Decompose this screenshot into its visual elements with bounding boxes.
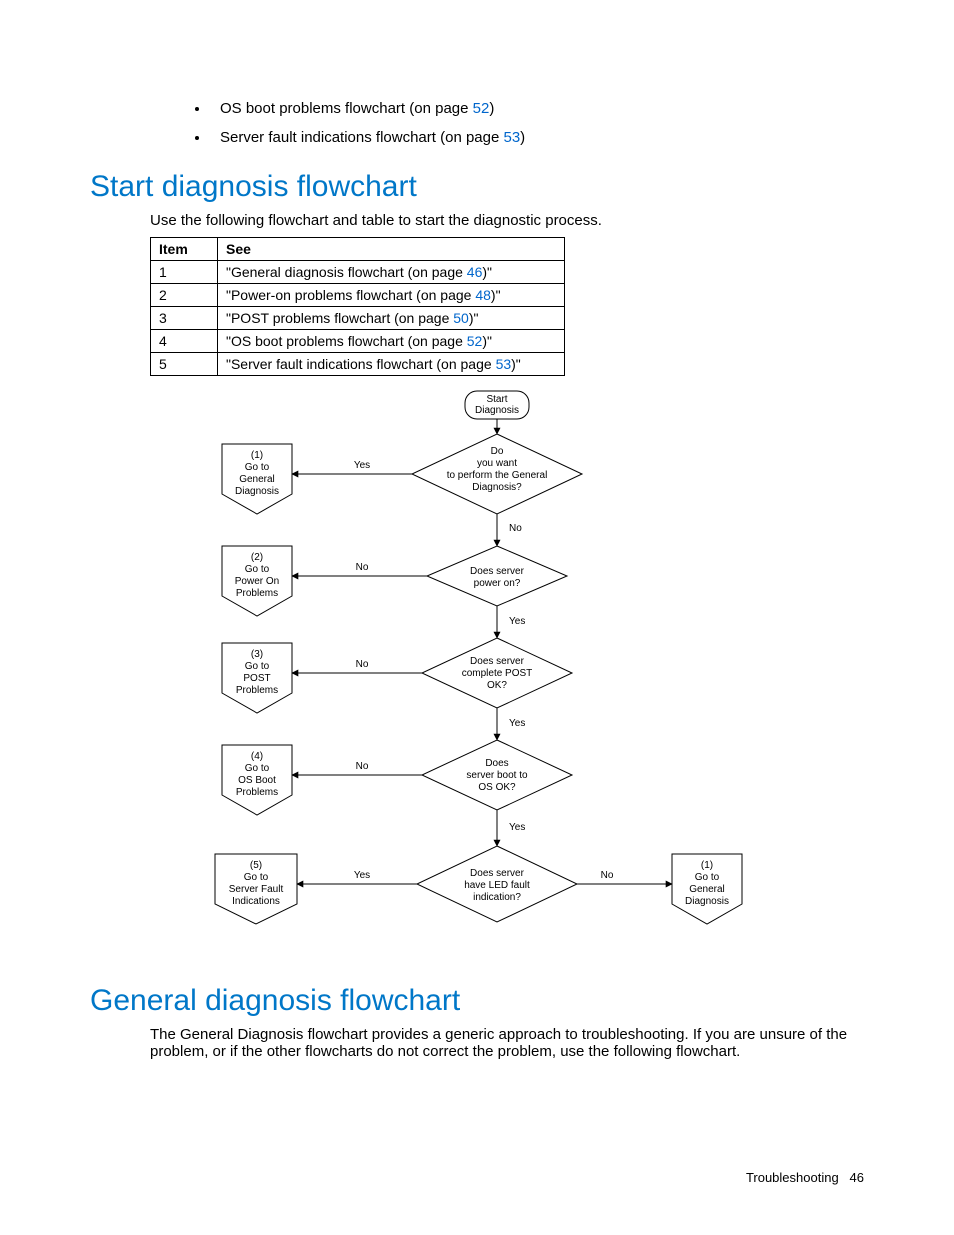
svg-text:server boot to: server boot to xyxy=(466,770,528,781)
cell-item: 3 xyxy=(151,307,218,330)
svg-text:Go to: Go to xyxy=(245,661,270,672)
svg-text:Problems: Problems xyxy=(236,787,278,798)
svg-text:Diagnosis?: Diagnosis? xyxy=(472,482,522,493)
svg-text:Yes: Yes xyxy=(354,870,370,881)
th-see: See xyxy=(218,238,565,261)
bullet-text: OS boot problems flowchart (on page xyxy=(220,100,473,117)
bullet-text: Server fault indications flowchart (on p… xyxy=(220,129,503,146)
svg-text:OK?: OK? xyxy=(487,680,507,691)
table-row: 3 "POST problems flowchart (on page 50)" xyxy=(151,307,565,330)
svg-text:Go to: Go to xyxy=(245,462,270,473)
svg-text:Problems: Problems xyxy=(236,588,278,599)
svg-text:Diagnosis: Diagnosis xyxy=(685,896,729,907)
start-l1: Start xyxy=(486,394,507,405)
svg-text:Power On: Power On xyxy=(235,576,279,587)
svg-text:Indications: Indications xyxy=(232,896,280,907)
svg-text:you want: you want xyxy=(477,458,517,469)
section-heading-general-diagnosis: General diagnosis flowchart xyxy=(90,984,864,1018)
svg-text:Go to: Go to xyxy=(695,872,720,883)
svg-text:Yes: Yes xyxy=(354,460,370,471)
svg-text:power on?: power on? xyxy=(474,578,521,589)
cell-item: 2 xyxy=(151,284,218,307)
svg-text:(1): (1) xyxy=(251,450,263,461)
svg-text:Go to: Go to xyxy=(245,564,270,575)
svg-text:Server Fault: Server Fault xyxy=(229,884,284,895)
svg-text:Problems: Problems xyxy=(236,685,278,696)
svg-text:Yes: Yes xyxy=(509,822,525,833)
table-row: 4 "OS boot problems flowchart (on page 5… xyxy=(151,330,565,353)
bullet-suffix: ) xyxy=(489,100,494,117)
svg-text:No: No xyxy=(509,523,522,534)
svg-text:indication?: indication? xyxy=(473,892,521,903)
page-link[interactable]: 48 xyxy=(475,287,491,303)
cell-see: "Server fault indications flowchart (on … xyxy=(218,353,565,376)
cell-see: "POST problems flowchart (on page 50)" xyxy=(218,307,565,330)
cell-see: "Power-on problems flowchart (on page 48… xyxy=(218,284,565,307)
footer-label: Troubleshooting xyxy=(746,1170,839,1185)
cell-see: "General diagnosis flowchart (on page 46… xyxy=(218,261,565,284)
offpage-general-diagnosis-right: (1) Go to General Diagnosis xyxy=(672,854,742,924)
svg-text:have LED fault: have LED fault xyxy=(464,880,530,891)
page-link[interactable]: 52 xyxy=(467,333,483,349)
page-link[interactable]: 46 xyxy=(467,264,483,280)
page-footer: Troubleshooting 46 xyxy=(746,1170,864,1185)
cell-item: 4 xyxy=(151,330,218,353)
svg-text:(4): (4) xyxy=(251,751,263,762)
th-item: Item xyxy=(151,238,218,261)
svg-text:No: No xyxy=(356,562,369,573)
bullet-list: OS boot problems flowchart (on page 52) … xyxy=(170,95,864,152)
page: OS boot problems flowchart (on page 52) … xyxy=(0,0,954,1235)
page-link[interactable]: 53 xyxy=(503,129,520,146)
bullet-suffix: ) xyxy=(520,129,525,146)
offpage-server-fault-indications: (5) Go to Server Fault Indications xyxy=(215,854,297,924)
svg-text:Does server: Does server xyxy=(470,868,525,879)
bullet-item: Server fault indications flowchart (on p… xyxy=(210,124,864,153)
svg-text:(1): (1) xyxy=(701,860,713,871)
start-diagnosis-flowchart: Start Diagnosis Do you want to perform t… xyxy=(177,386,777,966)
offpage-post-problems: (3) Go to POST Problems xyxy=(222,643,292,713)
offpage-power-on-problems: (2) Go to Power On Problems xyxy=(222,546,292,616)
svg-text:Go to: Go to xyxy=(245,763,270,774)
table-row: 1 "General diagnosis flowchart (on page … xyxy=(151,261,565,284)
section-heading-start-diagnosis: Start diagnosis flowchart xyxy=(90,170,864,204)
svg-text:OS Boot: OS Boot xyxy=(238,775,276,786)
svg-text:General: General xyxy=(689,884,725,895)
svg-text:Yes: Yes xyxy=(509,718,525,729)
table-header-row: Item See xyxy=(151,238,565,261)
page-link[interactable]: 53 xyxy=(496,356,512,372)
start-l2: Diagnosis xyxy=(475,405,519,416)
svg-text:POST: POST xyxy=(243,673,270,684)
cell-item: 1 xyxy=(151,261,218,284)
svg-text:No: No xyxy=(356,659,369,670)
svg-text:Diagnosis: Diagnosis xyxy=(235,486,279,497)
bullet-item: OS boot problems flowchart (on page 52) xyxy=(210,95,864,124)
table-row: 5 "Server fault indications flowchart (o… xyxy=(151,353,565,376)
reference-table: Item See 1 "General diagnosis flowchart … xyxy=(150,237,565,376)
offpage-os-boot-problems: (4) Go to OS Boot Problems xyxy=(222,745,292,815)
cell-item: 5 xyxy=(151,353,218,376)
footer-page: 46 xyxy=(850,1170,864,1185)
section-intro: Use the following flowchart and table to… xyxy=(150,212,864,229)
svg-text:Does server: Does server xyxy=(470,566,525,577)
svg-text:(2): (2) xyxy=(251,552,263,563)
offpage-general-diagnosis: (1) Go to General Diagnosis xyxy=(222,444,292,514)
svg-text:No: No xyxy=(601,870,614,881)
svg-text:complete POST: complete POST xyxy=(462,668,533,679)
svg-text:Go to: Go to xyxy=(244,872,269,883)
svg-text:Does: Does xyxy=(485,758,508,769)
cell-see: "OS boot problems flowchart (on page 52)… xyxy=(218,330,565,353)
svg-text:Do: Do xyxy=(491,446,504,457)
section-intro: The General Diagnosis flowchart provides… xyxy=(150,1026,854,1060)
svg-text:Does server: Does server xyxy=(470,656,525,667)
svg-text:No: No xyxy=(356,761,369,772)
page-link[interactable]: 52 xyxy=(473,100,490,117)
svg-text:OS OK?: OS OK? xyxy=(478,782,516,793)
svg-text:General: General xyxy=(239,474,275,485)
svg-text:Yes: Yes xyxy=(509,616,525,627)
svg-text:to perform the General: to perform the General xyxy=(447,470,548,481)
svg-text:(3): (3) xyxy=(251,649,263,660)
page-link[interactable]: 50 xyxy=(453,310,469,326)
table-row: 2 "Power-on problems flowchart (on page … xyxy=(151,284,565,307)
svg-text:(5): (5) xyxy=(250,860,262,871)
